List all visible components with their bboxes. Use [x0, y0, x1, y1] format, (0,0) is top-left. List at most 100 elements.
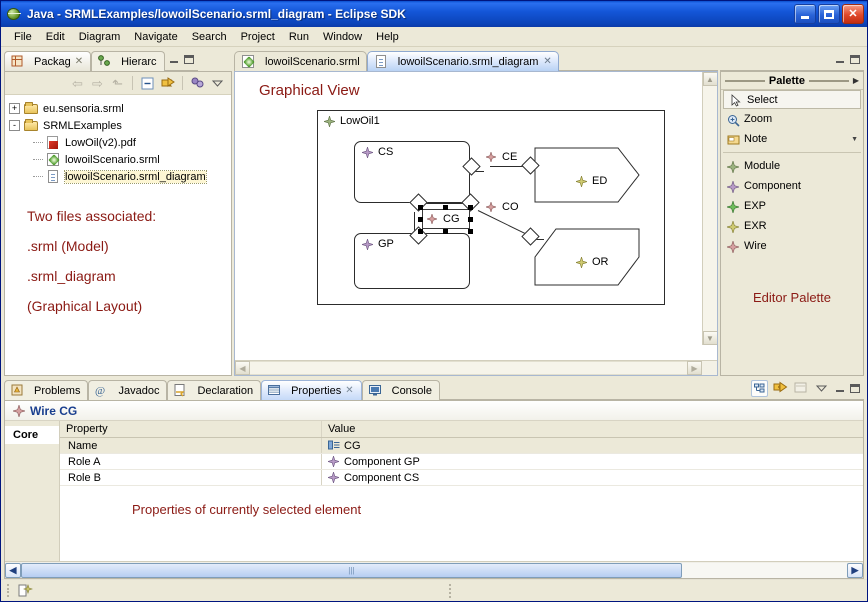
expand-toggle-icon[interactable]: +	[9, 103, 20, 114]
tab-package-explorer[interactable]: Packag ✕	[4, 51, 92, 71]
wire-cg-selected[interactable]: CG	[422, 209, 470, 229]
menu-window[interactable]: Window	[316, 29, 369, 45]
row-value-cell[interactable]: CG	[322, 440, 863, 452]
component-cs[interactable]: CS	[354, 141, 470, 203]
tree-item-label: SRMLExamples	[43, 119, 122, 132]
table-row[interactable]: Name CG	[60, 438, 863, 454]
tree-item-lowoil-pdf[interactable]: LowOil(v2).pdf	[5, 134, 231, 151]
selection-handle[interactable]	[443, 229, 448, 234]
view-filter-icon[interactable]	[189, 75, 206, 92]
selection-handle[interactable]	[418, 229, 423, 234]
diagram-canvas[interactable]: Graphical View LowOil1 CS GP ED OR CG CE…	[235, 72, 717, 360]
palette-tool-note[interactable]: Note ▼	[721, 129, 863, 149]
scroll-left-icon[interactable]: ◀	[5, 562, 21, 578]
wire-ce-label[interactable]: CE	[485, 150, 517, 163]
menu-file[interactable]: File	[7, 29, 39, 45]
properties-tab-core[interactable]: Core	[5, 426, 59, 444]
view-menu-icon[interactable]	[814, 380, 831, 397]
properties-horizontal-scrollbar[interactable]: ◀ ||| ▶	[5, 561, 863, 578]
tab-lowoilscenario-srml-diagram[interactable]: lowoilScenario.srml_diagram ✕	[366, 51, 559, 71]
scroll-up-icon[interactable]: ▲	[702, 72, 717, 86]
palette-element-module[interactable]: Module	[721, 156, 863, 176]
scroll-track[interactable]	[250, 361, 687, 375]
chevron-right-icon[interactable]: ▶	[853, 76, 859, 85]
minimize-view-icon[interactable]	[835, 55, 846, 64]
link-with-editor-icon[interactable]	[159, 75, 176, 92]
tab-properties[interactable]: Properties ✕	[261, 380, 362, 400]
scroll-track[interactable]: |||	[21, 562, 847, 578]
menu-edit[interactable]: Edit	[39, 29, 72, 45]
tab-javadoc[interactable]: @ Javadoc	[88, 380, 168, 400]
minimize-view-icon[interactable]	[835, 384, 846, 393]
tab-problems[interactable]: Problems	[4, 380, 89, 400]
selection-handle[interactable]	[418, 217, 423, 222]
tree-item-lowoilscenario-srml-diagram[interactable]: lowoilScenario.srml_diagram	[5, 168, 231, 185]
wire-co-text: CO	[502, 201, 519, 213]
palette-element-exr[interactable]: EXR	[721, 216, 863, 236]
restore-defaults-icon[interactable]	[793, 380, 810, 397]
canvas-horizontal-scrollbar[interactable]: ◀ ▶	[235, 360, 717, 375]
back-icon[interactable]: ⇦	[69, 75, 86, 92]
close-button[interactable]: ✕	[842, 4, 864, 24]
maximize-view-icon[interactable]	[850, 384, 860, 393]
palette-header[interactable]: Palette ▶	[721, 72, 863, 90]
view-menu-icon[interactable]	[209, 75, 226, 92]
up-icon[interactable]: ⬑	[109, 75, 126, 92]
selection-handle[interactable]	[468, 217, 473, 222]
palette-element-component[interactable]: Component	[721, 176, 863, 196]
tab-lowoilscenario-srml[interactable]: lowoilScenario.srml	[234, 51, 367, 71]
maximize-view-icon[interactable]	[183, 55, 194, 64]
menu-project[interactable]: Project	[234, 29, 282, 45]
selection-handle[interactable]	[468, 229, 473, 234]
table-row[interactable]: Role B Component CS	[60, 470, 863, 486]
scroll-right-icon[interactable]: ▶	[687, 361, 702, 375]
menu-diagram[interactable]: Diagram	[72, 29, 128, 45]
tree-item-eu-sensoria-srml[interactable]: + eu.sensoria.srml	[5, 100, 231, 117]
tab-console[interactable]: Console	[361, 380, 440, 400]
tab-declaration[interactable]: Declaration	[167, 380, 262, 400]
menu-navigate[interactable]: Navigate	[127, 29, 184, 45]
forward-icon[interactable]: ⇨	[89, 75, 106, 92]
wire-co-label[interactable]: CO	[485, 200, 519, 213]
palette-tool-select[interactable]: Select	[723, 90, 861, 109]
component-gp-text: GP	[378, 238, 394, 250]
project-tree[interactable]: + eu.sensoria.srml - SRMLExamples LowOil…	[5, 95, 231, 375]
exr-or[interactable]: OR	[534, 228, 640, 286]
menu-search[interactable]: Search	[185, 29, 234, 45]
selection-handle[interactable]	[418, 205, 423, 210]
palette-element-wire[interactable]: Wire	[721, 236, 863, 256]
selection-handle[interactable]	[468, 205, 473, 210]
row-value-cell[interactable]: Component GP	[322, 454, 863, 469]
scroll-down-icon[interactable]: ▼	[702, 331, 717, 345]
maximize-view-icon[interactable]	[850, 55, 860, 64]
declaration-icon	[173, 383, 189, 398]
tree-item-srmlexamples[interactable]: - SRMLExamples	[5, 117, 231, 134]
scroll-right-icon[interactable]: ▶	[847, 562, 863, 578]
close-icon[interactable]: ✕	[543, 56, 551, 67]
collapse-toggle-icon[interactable]: -	[9, 120, 20, 131]
show-advanced-icon[interactable]	[772, 380, 789, 397]
tab-type-hierarchy[interactable]: Hierarc	[91, 51, 165, 71]
close-icon[interactable]: ✕	[75, 56, 83, 67]
minimize-view-icon[interactable]	[169, 55, 180, 64]
module-lowoil1[interactable]: LowOil1 CS GP ED OR CG CE CO	[317, 110, 665, 305]
palette-tool-zoom[interactable]: Zoom	[721, 109, 863, 129]
canvas-vertical-scrollbar[interactable]: ▲ ▼	[702, 72, 717, 345]
minimize-button[interactable]	[794, 4, 816, 24]
tree-item-lowoilscenario-srml[interactable]: lowoilScenario.srml	[5, 151, 231, 168]
exr-ed[interactable]: ED	[534, 147, 640, 203]
row-value-cell[interactable]: Component CS	[322, 470, 863, 485]
close-icon[interactable]: ✕	[345, 385, 353, 396]
menu-run[interactable]: Run	[282, 29, 316, 45]
component-gp[interactable]: GP	[354, 233, 470, 289]
collapse-all-icon[interactable]	[139, 75, 156, 92]
table-row[interactable]: Role A Component GP	[60, 454, 863, 470]
palette-element-exp[interactable]: EXP	[721, 196, 863, 216]
selection-handle[interactable]	[443, 205, 448, 210]
scroll-left-icon[interactable]: ◀	[235, 361, 250, 375]
show-categories-icon[interactable]	[751, 380, 768, 397]
menu-help[interactable]: Help	[369, 29, 406, 45]
chevron-down-icon[interactable]: ▼	[851, 136, 863, 143]
maximize-button[interactable]	[818, 4, 840, 24]
scroll-thumb[interactable]: |||	[21, 562, 682, 578]
